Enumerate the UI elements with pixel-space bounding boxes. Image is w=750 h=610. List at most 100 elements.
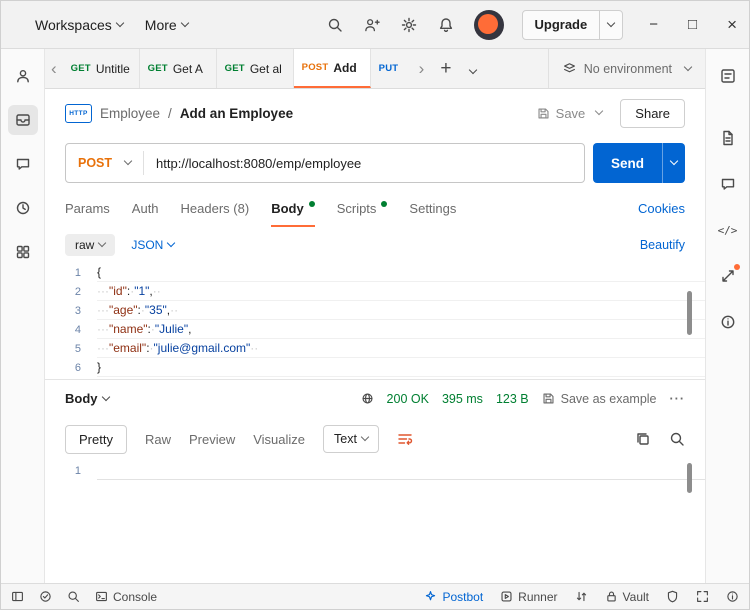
env-quick-look-icon[interactable] (713, 61, 743, 91)
response-view-tab[interactable]: Visualize (253, 432, 305, 447)
info-icon[interactable] (713, 307, 743, 337)
open-request-tab[interactable]: GET Get al (216, 49, 294, 88)
share-button[interactable]: Share (620, 98, 685, 128)
method-selector[interactable]: POST (66, 156, 143, 170)
comments-icon[interactable] (713, 169, 743, 199)
security-shield-icon[interactable] (666, 590, 679, 603)
request-section-tab[interactable]: Headers (8) (181, 189, 250, 227)
vault-button[interactable]: Vault (605, 590, 649, 604)
body-language-dropdown[interactable]: JSON (131, 238, 176, 252)
body-format-dropdown[interactable]: raw (65, 234, 116, 256)
tab-bar: ‹ GET Untitle GET Get A GET Get al POST Add PUT … (45, 49, 705, 89)
notifications-bell-icon[interactable] (438, 17, 454, 33)
editor-scrollbar[interactable] (687, 291, 692, 335)
response-status[interactable]: 200 OK (387, 392, 429, 406)
expand-panel-icon[interactable] (696, 590, 709, 603)
request-url-row: POST Send (45, 137, 705, 189)
send-options-chevron-icon[interactable] (662, 143, 685, 183)
save-as-example-label: Save as example (560, 391, 657, 406)
window-close-icon[interactable]: × (727, 15, 737, 35)
response-body-editor[interactable]: 1 (45, 461, 705, 583)
response-scrollbar[interactable] (687, 463, 692, 493)
upgrade-dropdown[interactable] (599, 10, 622, 39)
response-view-tab[interactable]: Preview (189, 432, 235, 447)
connection-arrows-icon[interactable] (575, 590, 588, 603)
upgrade-label: Upgrade (534, 17, 588, 32)
save-as-example-button[interactable]: Save as example (542, 392, 657, 406)
help-info-icon[interactable] (726, 590, 739, 603)
workspace-user-icon[interactable] (8, 61, 38, 91)
wrap-lines-icon[interactable] (397, 431, 413, 447)
response-view-tab[interactable]: Pretty (65, 424, 127, 454)
response-body-dropdown[interactable]: Body (65, 391, 110, 406)
upgrade-button[interactable]: Upgrade (521, 9, 624, 40)
console-button[interactable]: Console (95, 590, 157, 604)
line-number: 3 (74, 304, 81, 317)
runner-button[interactable]: Runner (500, 590, 558, 604)
code-snippet-icon[interactable]: </> (713, 215, 743, 245)
request-section-tab[interactable]: Body (271, 189, 315, 227)
new-tab-icon[interactable]: + (440, 59, 451, 78)
editor-line[interactable]: 3 ··· "age": · "35", ·· (45, 301, 705, 320)
response-size[interactable]: 123 B (496, 392, 529, 406)
more-menu[interactable]: More (145, 17, 189, 33)
beautify-link[interactable]: Beautify (640, 238, 685, 252)
editor-line[interactable]: 1{ (45, 263, 705, 282)
response-view-tab[interactable]: Raw (145, 432, 171, 447)
vault-label: Vault (622, 589, 649, 604)
related-requests-icon[interactable] (713, 261, 743, 291)
environment-selector[interactable]: No environment (547, 49, 705, 88)
cookies-link[interactable]: Cookies (638, 201, 685, 216)
tab-method-label: GET (147, 63, 168, 74)
url-input[interactable] (144, 155, 584, 171)
open-request-tab[interactable]: PUT (370, 49, 413, 88)
editor-line[interactable]: 4 ··· "name": · "Julie", (45, 320, 705, 339)
collections-tray-icon[interactable] (7, 105, 38, 135)
request-section-tab[interactable]: Settings (409, 189, 456, 227)
line-content: ··· "email": · "julie@gmail.com" ·· (97, 339, 705, 358)
save-button[interactable]: Save (537, 106, 604, 121)
editor-line[interactable]: 6} (45, 358, 705, 377)
search-response-icon[interactable] (669, 431, 685, 447)
account-avatar-postman-logo[interactable] (473, 9, 504, 40)
status-bar: Console Postbot Runner Vault (1, 583, 749, 609)
request-section-tab[interactable]: Scripts (337, 189, 388, 227)
copy-response-icon[interactable] (635, 431, 651, 447)
has-content-dot (308, 201, 315, 207)
documentation-icon[interactable] (713, 123, 743, 153)
response-more-options-icon[interactable]: ··· (670, 392, 686, 406)
invite-user-icon[interactable] (364, 17, 380, 33)
workspaces-menu[interactable]: Workspaces (35, 17, 125, 33)
sidebar-toggle-icon[interactable] (11, 590, 24, 603)
search-icon[interactable] (327, 17, 343, 33)
chat-bubble-icon[interactable] (8, 149, 38, 179)
editor-line[interactable]: 5 ··· "email": · "julie@gmail.com" ·· (45, 339, 705, 358)
open-request-tab[interactable]: GET Get A (139, 49, 217, 88)
find-icon[interactable] (67, 590, 80, 603)
send-button[interactable]: Send (592, 143, 685, 183)
network-globe-icon[interactable] (361, 392, 374, 405)
window-maximize-icon[interactable]: □ (688, 16, 697, 33)
open-request-tab[interactable]: POST Add (293, 49, 371, 88)
line-number: 6 (74, 361, 81, 374)
window-minimize-icon[interactable]: − (649, 16, 658, 33)
response-format-dropdown[interactable]: Text (323, 425, 379, 453)
editor-line[interactable]: 2 ··· "id": · "1", ·· (45, 282, 705, 301)
apps-grid-icon[interactable] (8, 237, 38, 267)
history-clock-icon[interactable] (8, 193, 38, 223)
request-section-tab[interactable]: Auth (132, 189, 159, 227)
request-section-tab[interactable]: Params (65, 189, 110, 227)
tabs-scroll-right-icon[interactable]: › (413, 49, 431, 88)
tabs-scroll-left-icon[interactable]: ‹ (45, 49, 63, 88)
tab-options-chevron-icon[interactable] (465, 60, 478, 78)
request-body-editor[interactable]: 1{2 ··· "id": · "1", ·· 3 ··· "age": · "35", ·· 4 ···… (45, 263, 705, 379)
open-request-tab[interactable]: GET Untitle (62, 49, 140, 88)
status-check-icon[interactable] (39, 590, 52, 603)
save-options-chevron-icon[interactable] (595, 106, 604, 116)
postbot-button[interactable]: Postbot (424, 590, 483, 604)
breadcrumb-collection[interactable]: Employee (100, 106, 160, 121)
settings-gear-icon[interactable] (401, 17, 417, 33)
response-time[interactable]: 395 ms (442, 392, 483, 406)
breadcrumb-request-name[interactable]: Add an Employee (180, 106, 293, 121)
console-label: Console (113, 589, 158, 604)
